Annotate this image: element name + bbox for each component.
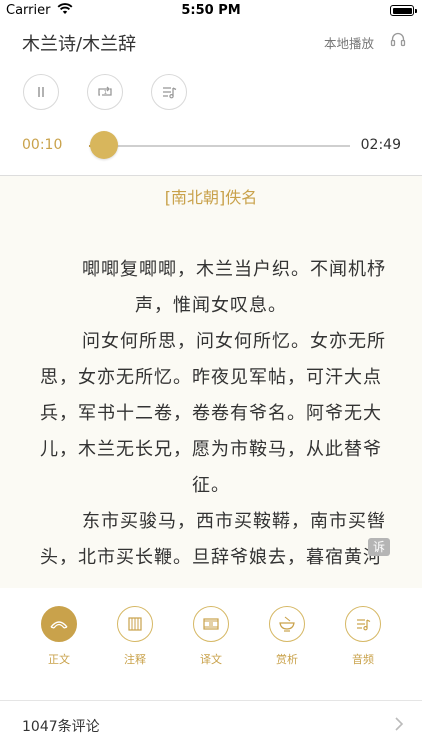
- battery-icon: [390, 5, 417, 16]
- total-time: 02:49: [360, 137, 401, 153]
- poem-line: 兵，军书十二卷，卷卷有爷名。阿爷无大: [40, 403, 382, 424]
- tab-translation[interactable]: 译文: [181, 606, 241, 667]
- chevron-right-icon[interactable]: [394, 716, 404, 732]
- tab-main-text[interactable]: 正文: [29, 606, 89, 667]
- svg-text:1: 1: [104, 90, 108, 96]
- gloss-badge[interactable]: 诉: [368, 538, 390, 556]
- poem-line: 问女何所思，问女何所忆。女亦无所: [82, 331, 386, 352]
- pause-button[interactable]: [23, 74, 59, 110]
- tea-bowl-icon: [269, 606, 305, 642]
- divider: [0, 700, 422, 701]
- poem-line: 声，惟闻女叹息。: [135, 295, 287, 316]
- repeat-one-icon: 1: [98, 86, 112, 96]
- tab-audio[interactable]: 音频: [333, 606, 393, 667]
- tab-label: 译文: [200, 653, 222, 666]
- poem-content: [南北朝]佚名 唧唧复唧唧，木兰当户织。不闻机杼 声，惟闻女叹息。 问女何所思，…: [0, 175, 422, 589]
- fan-icon: [41, 606, 77, 642]
- translation-icon: [193, 606, 229, 642]
- scroll-icon: [117, 606, 153, 642]
- status-bar: Carrier 5:50 PM: [0, 0, 422, 22]
- progress-knob[interactable]: [90, 131, 119, 159]
- playlist-icon: [163, 87, 177, 99]
- poem-text: 唧唧复唧唧，木兰当户织。不闻机杼 声，惟闻女叹息。 问女何所思，问女何所忆。女亦…: [36, 252, 386, 576]
- comments-link[interactable]: 1047条评论: [22, 716, 100, 736]
- pause-icon: [38, 87, 44, 97]
- content-tabs: 正文 注释 译文 赏析 音频: [0, 588, 422, 688]
- poem-line: 征。: [192, 475, 230, 496]
- local-play-link[interactable]: 本地播放: [324, 33, 374, 52]
- tab-annotation[interactable]: 注释: [105, 606, 165, 667]
- tab-label: 音频: [352, 653, 374, 666]
- tab-label: 赏析: [276, 653, 298, 666]
- current-time: 00:10: [22, 137, 63, 153]
- playlist-button[interactable]: [151, 74, 187, 110]
- poem-author: [南北朝]佚名: [164, 188, 258, 207]
- tab-label: 注释: [124, 653, 146, 666]
- progress-track[interactable]: [89, 145, 350, 147]
- poem-line: 头，北市买长鞭。旦辞爷娘去，暮宿黄河: [40, 547, 382, 568]
- poem-line: 唧唧复唧唧，木兰当户织。不闻机杼: [82, 259, 386, 280]
- poem-line: 儿，木兰无长兄，愿为市鞍马，从此替爷: [40, 439, 382, 460]
- repeat-one-button[interactable]: 1: [87, 74, 123, 110]
- headphone-icon[interactable]: [390, 31, 406, 47]
- clock: 5:50 PM: [181, 3, 241, 18]
- audio-list-icon: [345, 606, 381, 642]
- poem-line: 思，女亦无所忆。昨夜见军帖，可汗大点: [40, 367, 382, 388]
- poem-line: 东市买骏马，西市买鞍鞯，南市买辔: [82, 511, 386, 532]
- page-title: 木兰诗/木兰辞: [22, 34, 137, 55]
- tab-label: 正文: [48, 653, 70, 666]
- tab-appreciation[interactable]: 赏析: [257, 606, 317, 667]
